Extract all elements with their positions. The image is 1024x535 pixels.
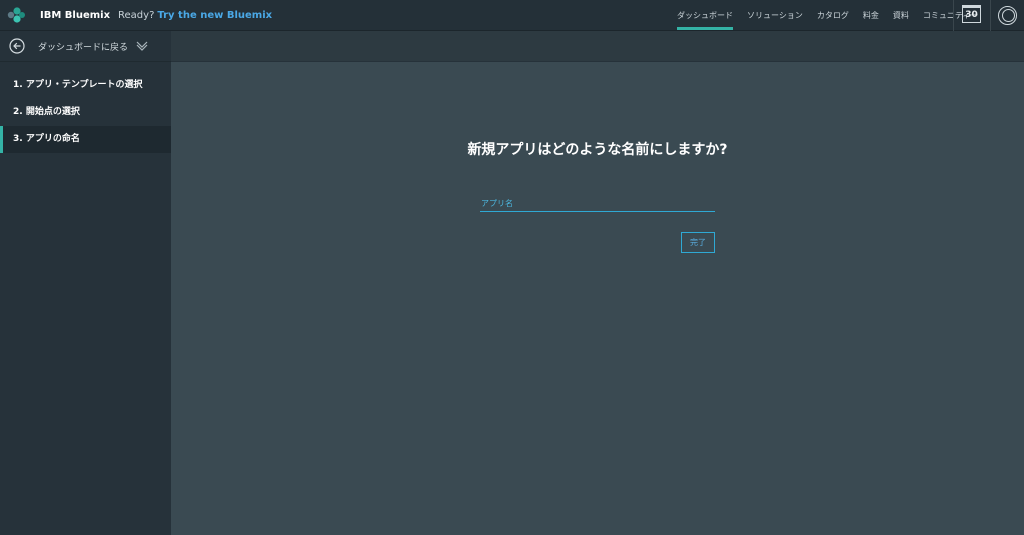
user-avatar-icon[interactable] xyxy=(998,6,1017,25)
chevron-down-icon[interactable] xyxy=(136,39,148,51)
step-name-app[interactable]: 3. アプリの命名 xyxy=(0,126,171,153)
done-button[interactable]: 完了 xyxy=(681,232,715,253)
nav-divider xyxy=(953,0,954,31)
wizard-steps: 1. アプリ・テンプレートの選択 2. 開始点の選択 3. アプリの命名 xyxy=(0,62,171,153)
back-arrow-icon xyxy=(9,38,25,54)
app-name-field xyxy=(480,191,715,212)
try-new-bluemix-link[interactable]: Try the new Bluemix xyxy=(157,10,272,21)
back-to-dashboard-label: ダッシュボードに戻る xyxy=(38,42,129,53)
page-title: 新規アプリはどのような名前にしますか? xyxy=(467,142,728,158)
nav-dashboard[interactable]: ダッシュボード xyxy=(670,0,740,31)
content-subheader xyxy=(171,31,1024,62)
nav-divider xyxy=(990,0,991,31)
nav-catalog[interactable]: カタログ xyxy=(810,0,856,31)
step-select-starting-point[interactable]: 2. 開始点の選択 xyxy=(0,99,171,126)
bluemix-logo-icon[interactable] xyxy=(6,5,26,25)
step-select-template[interactable]: 1. アプリ・テンプレートの選択 xyxy=(0,72,171,99)
main-content: 新規アプリはどのような名前にしますか? 完了 xyxy=(171,62,1024,535)
nav-docs[interactable]: 資料 xyxy=(886,0,916,31)
sidebar: ダッシュボードに戻る 1. アプリ・テンプレートの選択 2. 開始点の選択 3.… xyxy=(0,31,171,535)
ready-text: Ready? xyxy=(118,9,155,21)
app-name-input[interactable] xyxy=(480,196,715,212)
calendar-icon[interactable]: 30 xyxy=(962,5,981,23)
top-navigation-bar: IBM Bluemix Ready? Try the new Bluemix ダ… xyxy=(0,0,1024,31)
nav-solutions[interactable]: ソリューション xyxy=(740,0,810,31)
main-nav: ダッシュボード ソリューション カタログ 料金 資料 コミュニティー xyxy=(670,0,985,31)
brand-name[interactable]: IBM Bluemix xyxy=(40,10,110,21)
nav-pricing[interactable]: 料金 xyxy=(856,0,886,31)
